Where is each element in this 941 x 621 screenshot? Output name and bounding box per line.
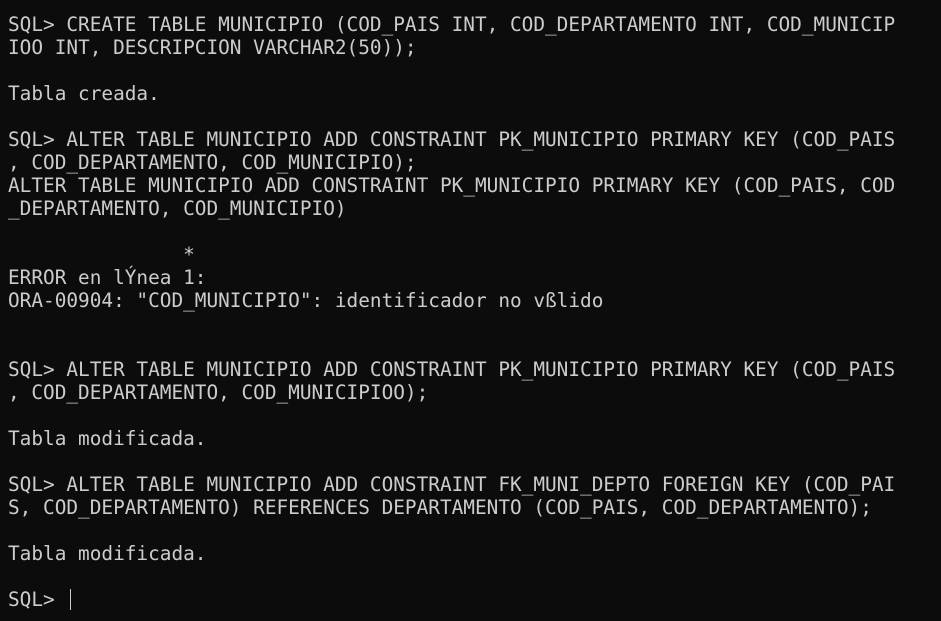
terminal-line: Tabla modificada.: [8, 542, 207, 565]
terminal-line: SQL> ALTER TABLE MUNICIPIO ADD CONSTRAIN…: [8, 128, 896, 151]
terminal-line: Tabla modificada.: [8, 427, 207, 450]
terminal-window[interactable]: SQL> CREATE TABLE MUNICIPIO (COD_PAIS IN…: [0, 0, 941, 621]
terminal-line: IOO INT, DESCRIPCION VARCHAR2(50));: [8, 36, 417, 59]
terminal-line: SQL> CREATE TABLE MUNICIPIO (COD_PAIS IN…: [8, 13, 896, 36]
terminal-line: Tabla creada.: [8, 82, 160, 105]
terminal-line: , COD_DEPARTAMENTO, COD_MUNICIPIOO);: [8, 381, 429, 404]
terminal-line: ERROR en lÝnea 1:: [8, 266, 207, 289]
prompt-line[interactable]: SQL>: [8, 588, 941, 611]
terminal-line: SQL> ALTER TABLE MUNICIPIO ADD CONSTRAIN…: [8, 358, 896, 381]
terminal-line: *: [8, 243, 195, 266]
terminal-line: ORA-00904: "COD_MUNICIPIO": identificado…: [8, 289, 604, 312]
terminal-line: ALTER TABLE MUNICIPIO ADD CONSTRAINT PK_…: [8, 174, 896, 197]
terminal-line: S, COD_DEPARTAMENTO) REFERENCES DEPARTAM…: [8, 496, 872, 519]
terminal-line: _DEPARTAMENTO, COD_MUNICIPIO): [8, 197, 347, 220]
terminal-line: , COD_DEPARTAMENTO, COD_MUNICIPIO);: [8, 151, 417, 174]
terminal-line: SQL> ALTER TABLE MUNICIPIO ADD CONSTRAIN…: [8, 473, 896, 496]
text-cursor: [70, 589, 72, 610]
sql-prompt: SQL>: [8, 588, 67, 611]
